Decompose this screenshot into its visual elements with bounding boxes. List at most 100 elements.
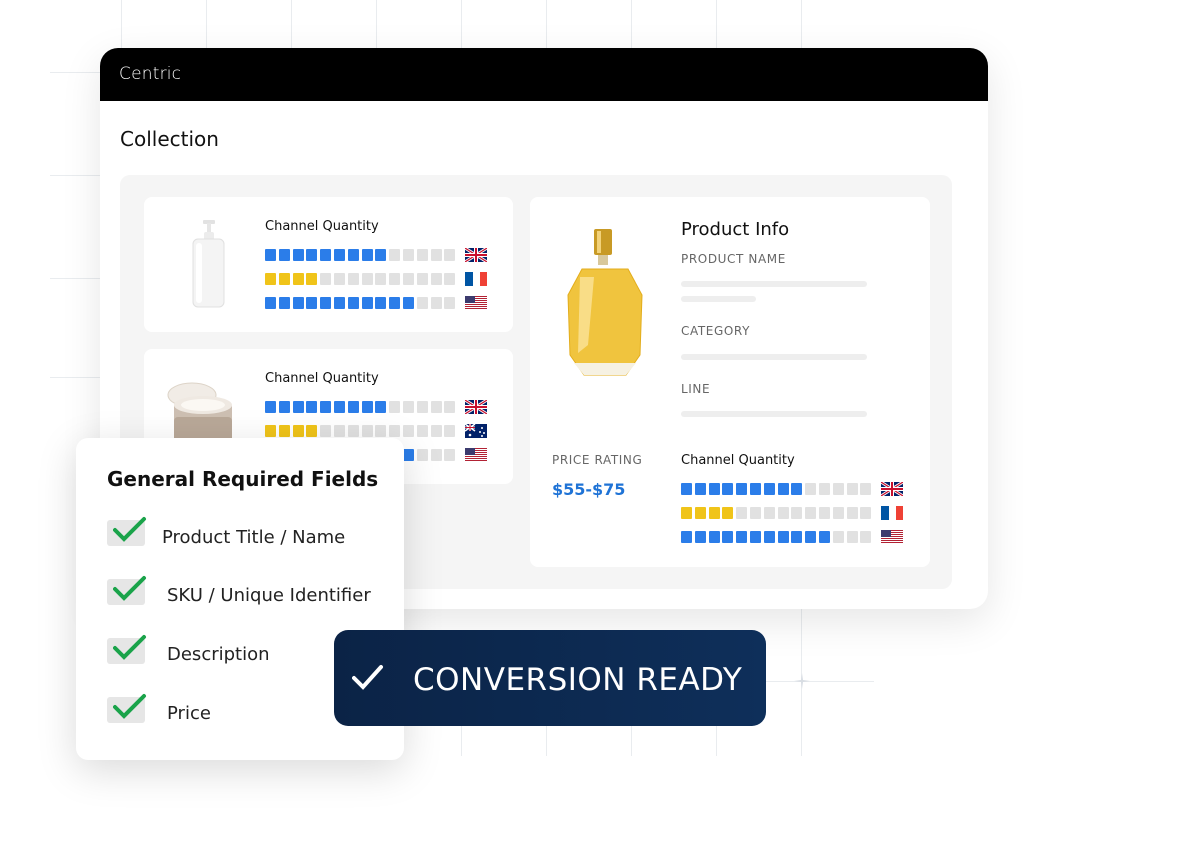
quantity-segment: [791, 507, 803, 519]
quantity-segment: [389, 297, 401, 309]
quantity-segment: [763, 507, 775, 519]
quantity-segment: [320, 273, 332, 285]
product-name-placeholder: [681, 296, 756, 302]
quantity-segment: [805, 531, 817, 543]
quantity-segment: [708, 483, 720, 495]
checkbox[interactable]: [107, 575, 147, 605]
grid-line: [50, 72, 100, 73]
quantity-segment: [763, 531, 775, 543]
quantity-segment: [361, 401, 373, 413]
quantity-segment: [403, 249, 414, 261]
quantity-segment: [708, 507, 720, 519]
quantity-segment: [750, 531, 761, 543]
quantity-segment: [375, 249, 387, 261]
quantity-segment: [278, 297, 290, 309]
required-field-item: Description: [167, 644, 270, 665]
grid-line: [461, 0, 462, 48]
quantity-segment: [292, 425, 304, 437]
quantity-segment: [361, 297, 373, 309]
quantity-segment: [750, 483, 761, 495]
product-info-card: Product Info PRODUCT NAME CATEGORY LINE …: [530, 197, 930, 567]
quantity-segment: [430, 449, 442, 461]
quantity-segment: [846, 483, 858, 495]
quantity-segment: [430, 249, 442, 261]
quantity-segment: [403, 297, 414, 309]
quantity-segment: [819, 483, 830, 495]
france-flag-icon: [465, 272, 487, 286]
quantity-segment: [403, 425, 414, 437]
quantity-segment: [846, 531, 858, 543]
quantity-segment: [306, 249, 318, 261]
quantity-segment: [736, 507, 748, 519]
quantity-segment: [265, 401, 276, 413]
quantity-segment: [375, 297, 387, 309]
quantity-segment: [375, 425, 387, 437]
price-rating-label: PRICE RATING: [552, 453, 643, 467]
checkbox[interactable]: [107, 634, 147, 664]
channel-quantity-label: Channel Quantity: [265, 371, 379, 386]
category-label: CATEGORY: [681, 324, 751, 338]
perfume-bottle-image: [567, 229, 643, 376]
quantity-segment: [403, 401, 414, 413]
grid-line: [291, 0, 292, 48]
quantity-segment: [444, 273, 456, 285]
grid-line: [50, 278, 100, 279]
quantity-segment: [444, 249, 456, 261]
grid-line: [716, 726, 717, 756]
quantity-segment: [320, 401, 332, 413]
title-bar: Centric: [100, 48, 988, 101]
quantity-segment: [389, 273, 401, 285]
checkbox[interactable]: [107, 516, 147, 546]
product-info-title: Product Info: [681, 219, 790, 240]
quantity-segment: [306, 273, 318, 285]
quantity-segment: [444, 425, 456, 437]
quantity-segment: [763, 483, 775, 495]
quantity-segment: [347, 297, 359, 309]
quantity-segment: [278, 401, 290, 413]
required-field-item: SKU / Unique Identifier: [167, 585, 371, 606]
required-field-item: Product Title / Name: [162, 527, 346, 548]
quantity-segment: [444, 401, 456, 413]
grid-line: [631, 0, 632, 48]
quantity-segment: [320, 425, 332, 437]
sparkle-icon: [794, 673, 810, 689]
quantity-segment: [708, 531, 720, 543]
product-card[interactable]: Channel Quantity: [144, 197, 513, 332]
quantity-segment: [278, 249, 290, 261]
checkmark-icon: [113, 635, 146, 660]
quantity-segment: [389, 249, 401, 261]
grid-line: [546, 726, 547, 756]
grid-line: [376, 0, 377, 48]
checkmark-icon: [113, 517, 146, 542]
quantity-segment: [846, 507, 858, 519]
quantity-segment: [416, 449, 428, 461]
quantity-segment: [430, 425, 442, 437]
quantity-segment: [292, 401, 304, 413]
quantity-segment: [681, 507, 692, 519]
australia-flag-icon: [465, 424, 487, 438]
quantity-segment: [361, 425, 373, 437]
quantity-segment: [361, 249, 373, 261]
quantity-segment: [694, 483, 706, 495]
quantity-segment: [347, 401, 359, 413]
quantity-segment: [306, 401, 318, 413]
quantity-segment: [805, 483, 817, 495]
quantity-segment: [860, 483, 872, 495]
checkmark-icon: [352, 665, 383, 690]
line-label: LINE: [681, 382, 711, 396]
quantity-segment: [832, 531, 844, 543]
quantity-segment: [444, 449, 456, 461]
product-name-placeholder: [681, 281, 867, 287]
grid-line: [716, 0, 717, 48]
brand-logo: Centric: [119, 64, 182, 84]
channel-quantity-label: Channel Quantity: [265, 219, 379, 234]
quantity-segment: [819, 531, 830, 543]
quantity-segment: [777, 483, 789, 495]
quantity-segment: [722, 531, 734, 543]
conversion-ready-badge: CONVERSION READY: [334, 630, 766, 726]
quantity-segment: [306, 297, 318, 309]
conversion-ready-label: CONVERSION READY: [413, 662, 743, 698]
quantity-segment: [860, 531, 872, 543]
quantity-segment: [722, 483, 734, 495]
checkbox[interactable]: [107, 693, 147, 723]
